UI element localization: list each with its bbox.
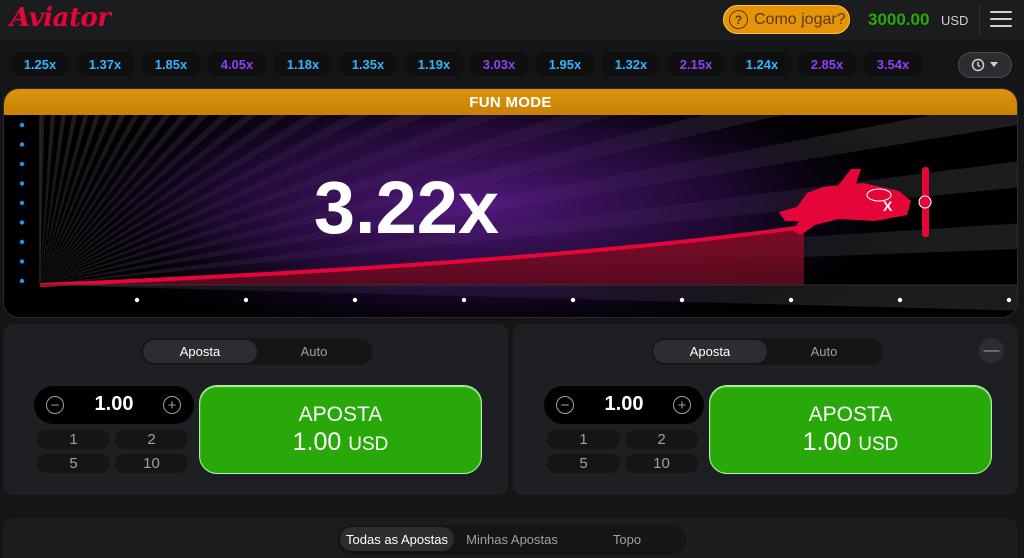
history-multiplier[interactable]: 4.05x [207, 52, 267, 76]
bet-button-label: APOSTA [298, 402, 383, 426]
how-to-play-label: Como jogar? [754, 10, 846, 28]
x-axis-dot [134, 297, 140, 303]
quick-amount-button[interactable]: 5 [37, 454, 110, 473]
bet-button-currency: USD [858, 433, 899, 455]
y-axis-dot [19, 259, 25, 264]
bet-mode-tabs: Aposta Auto [141, 338, 373, 365]
tab-all-bets[interactable]: Todas as Apostas [340, 527, 454, 551]
bet-button-amount: 1.00 USD [293, 428, 389, 457]
x-axis-dot [1006, 297, 1012, 303]
balance-currency: USD [941, 13, 969, 28]
history-multiplier[interactable]: 1.19x [404, 52, 464, 76]
x-axis-dot [570, 297, 576, 303]
quick-amount-button[interactable]: 10 [625, 454, 698, 473]
y-axis-dot [19, 122, 25, 128]
history-multiplier[interactable]: 1.25x [10, 52, 70, 76]
history-multiplier[interactable]: 3.03x [469, 52, 529, 76]
quick-amount-button[interactable]: 1 [37, 430, 110, 449]
x-axis-dot [897, 297, 903, 303]
bets-section: Todas as Apostas Minhas Apostas Topo [3, 518, 1018, 558]
bet-button-currency: USD [348, 433, 389, 455]
history-multiplier[interactable]: 1.24x [732, 52, 792, 76]
bets-tabs: Todas as Apostas Minhas Apostas Topo [338, 525, 686, 555]
decrease-bet-button[interactable]: − [556, 396, 574, 414]
history-multiplier[interactable]: 1.35x [338, 52, 398, 76]
bet-button-value: 1.00 [802, 427, 852, 456]
x-axis-dot [679, 297, 685, 303]
history-multiplier[interactable]: 2.85x [797, 52, 857, 76]
quick-amount-button[interactable]: 5 [547, 454, 620, 473]
bet-button-value: 1.00 [292, 427, 342, 456]
how-to-play-button[interactable]: ? Como jogar? [723, 5, 850, 34]
increase-bet-button[interactable]: + [163, 396, 181, 414]
tab-bet[interactable]: Aposta [143, 340, 257, 363]
balance-amount: 3000.00 [868, 10, 930, 29]
multiplier-history: 1.25x 1.37x 1.85x 4.05x 1.18x 1.35x 1.19… [0, 47, 1024, 83]
decrease-bet-button[interactable]: − [46, 396, 64, 414]
tab-auto[interactable]: Auto [257, 340, 371, 363]
bet-panel-2: Aposta Auto — − 1.00 + 1 2 5 10 APOSTA 1… [513, 324, 1018, 495]
history-multiplier[interactable]: 2.15x [666, 52, 726, 76]
increase-bet-button[interactable]: + [673, 396, 691, 414]
chevron-down-icon [990, 62, 998, 67]
bet-amount-stepper: − 1.00 + [34, 386, 194, 424]
history-fade [930, 47, 958, 83]
tab-auto[interactable]: Auto [767, 340, 881, 363]
y-axis-dot [19, 142, 25, 147]
fun-mode-banner: FUN MODE [4, 89, 1017, 115]
bet-panel-1: Aposta Auto − 1.00 + 1 2 5 10 APOSTA 1.0… [3, 324, 508, 495]
history-multiplier[interactable]: 1.37x [75, 52, 135, 76]
bet-button-amount: 1.00 USD [803, 428, 899, 457]
tab-bet[interactable]: Aposta [653, 340, 767, 363]
history-multiplier[interactable]: 1.18x [273, 52, 333, 76]
history-clock-icon [971, 58, 985, 72]
aviator-logo[interactable]: Aviator [10, 3, 111, 33]
header: Aviator ? Como jogar? 3000.00 USD [0, 0, 1024, 40]
place-bet-button[interactable]: APOSTA 1.00 USD [199, 385, 482, 474]
tab-my-bets[interactable]: Minhas Apostas [455, 527, 569, 551]
tab-top[interactable]: Topo [570, 527, 684, 551]
history-multiplier[interactable]: 1.95x [535, 52, 595, 76]
current-multiplier-value: 3.22x [313, 166, 500, 249]
history-multiplier[interactable]: 3.54x [863, 52, 923, 76]
bet-amount-input[interactable]: 1.00 [584, 393, 664, 416]
y-axis-dot [19, 278, 25, 284]
x-axis-dot [461, 297, 467, 303]
game-canvas: FUN MODE X 3.22x [3, 88, 1018, 318]
x-axis-dot [788, 297, 794, 303]
quick-amount-button[interactable]: 10 [115, 454, 188, 473]
question-icon: ? [729, 10, 748, 29]
current-multiplier: 3.22x [4, 165, 1017, 250]
quick-amount-button[interactable]: 2 [115, 430, 188, 449]
header-divider [979, 5, 980, 35]
menu-icon[interactable] [990, 11, 1012, 28]
bet-amount-stepper: − 1.00 + [544, 386, 704, 424]
bet-button-label: APOSTA [808, 402, 893, 426]
bet-mode-tabs: Aposta Auto [651, 338, 883, 365]
quick-amount-button[interactable]: 1 [547, 430, 620, 449]
bet-amount-input[interactable]: 1.00 [74, 393, 154, 416]
history-multiplier[interactable]: 1.32x [601, 52, 661, 76]
history-toggle-button[interactable] [958, 52, 1012, 78]
remove-panel-button[interactable]: — [979, 338, 1004, 363]
x-axis-dot [243, 297, 249, 303]
quick-amount-button[interactable]: 2 [625, 430, 698, 449]
history-multiplier[interactable]: 1.85x [141, 52, 201, 76]
place-bet-button[interactable]: APOSTA 1.00 USD [709, 385, 992, 474]
x-axis-dot [352, 297, 358, 303]
